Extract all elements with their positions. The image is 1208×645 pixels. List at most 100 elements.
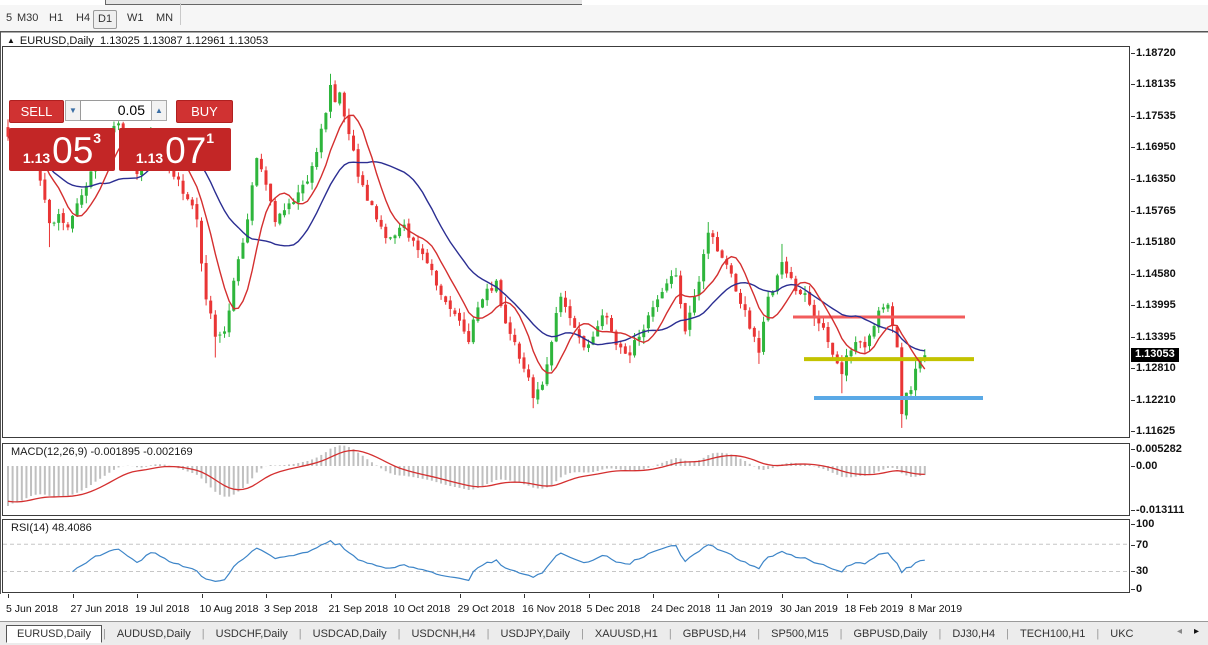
tab-ukc[interactable]: UKC xyxy=(1100,625,1143,643)
price-tick: 1.12810 xyxy=(1136,362,1176,374)
price-tick: 1.17535 xyxy=(1136,110,1176,122)
sell-price-box[interactable]: 1.13053 xyxy=(9,128,115,171)
rsi-tick: 100 xyxy=(1136,518,1154,530)
main-chart-panel[interactable]: SELL ▼ 0.05 ▲ BUY 1.13053 1.13071 xyxy=(2,46,1130,438)
buy-price-big: 07 xyxy=(165,134,206,168)
volume-input[interactable]: 0.05 xyxy=(80,100,152,121)
timeframe-toolbar: 5M30H1H4D1W1MN xyxy=(0,5,1208,33)
tab-scroll-left-icon[interactable]: ◂ xyxy=(1177,626,1182,637)
sell-button[interactable]: SELL xyxy=(9,100,64,123)
tab-separator: | xyxy=(398,628,401,640)
date-label: 21 Sep 2018 xyxy=(329,603,389,615)
date-label: 3 Sep 2018 xyxy=(264,603,318,615)
rsi-tick: 30 xyxy=(1136,565,1148,577)
rsi-tick: 70 xyxy=(1136,539,1148,551)
macd-value-signal: -0.002169 xyxy=(143,446,193,458)
date-label: 29 Oct 2018 xyxy=(458,603,515,615)
macd-tick: 0.00 xyxy=(1136,460,1157,472)
price-tick: 1.15765 xyxy=(1136,205,1176,217)
buy-price-box[interactable]: 1.13071 xyxy=(119,128,231,171)
date-label: 8 Mar 2019 xyxy=(909,603,962,615)
chart-window-top-border xyxy=(0,31,1208,32)
tab-usdchf-daily[interactable]: USDCHF,Daily xyxy=(206,625,298,643)
buy-price-prefix: 1.13 xyxy=(136,148,163,168)
rsi-panel[interactable]: RSI(14) 48.4086 xyxy=(2,519,1130,593)
tab-separator: | xyxy=(487,628,490,640)
tab-tech100-h1[interactable]: TECH100,H1 xyxy=(1010,625,1095,643)
sell-price-big: 05 xyxy=(52,134,93,168)
tab-usdcad-daily[interactable]: USDCAD,Daily xyxy=(303,625,397,643)
down-arrow-icon: ▼ xyxy=(69,106,77,115)
sell-price-sup: 3 xyxy=(93,130,101,146)
tab-sp500-m15[interactable]: SP500,M15 xyxy=(761,625,838,643)
date-tick xyxy=(847,594,848,598)
rsi-tick: 0 xyxy=(1136,583,1142,595)
tab-eurusd-daily[interactable]: EURUSD,Daily xyxy=(6,625,102,643)
date-label: 30 Jan 2019 xyxy=(780,603,838,615)
tab-gbpusd-daily[interactable]: GBPUSD,Daily xyxy=(843,625,937,643)
date-tick xyxy=(395,594,396,598)
date-label: 5 Dec 2018 xyxy=(587,603,641,615)
volume-down-button[interactable]: ▼ xyxy=(65,100,81,121)
tab-separator: | xyxy=(840,628,843,640)
date-tick xyxy=(782,594,783,598)
macd-value-main: -0.001895 xyxy=(90,446,140,458)
timeframe-H4[interactable]: H4 xyxy=(72,10,94,27)
macd-panel[interactable]: MACD(12,26,9) -0.001895 -0.002169 xyxy=(2,443,1130,516)
price-tick: 1.18135 xyxy=(1136,78,1176,90)
collapse-triangle-icon[interactable]: ▲ xyxy=(7,36,15,45)
tab-gbpusd-h4[interactable]: GBPUSD,H4 xyxy=(673,625,757,643)
mt4-window: 5M30H1H4D1W1MN ▲EURUSD,Daily 1.13025 1.1… xyxy=(0,0,1208,645)
tab-separator: | xyxy=(757,628,760,640)
toolbar-separator xyxy=(180,3,181,25)
tab-separator: | xyxy=(938,628,941,640)
price-tick: 1.11625 xyxy=(1136,425,1175,437)
tab-separator: | xyxy=(1006,628,1009,640)
tab-separator: | xyxy=(1096,628,1099,640)
price-tick: 1.13395 xyxy=(1136,331,1176,343)
timeframe-MN[interactable]: MN xyxy=(152,10,177,27)
price-tick: 1.16350 xyxy=(1136,173,1176,185)
date-label: 16 Nov 2018 xyxy=(522,603,582,615)
date-label: 5 Jun 2018 xyxy=(6,603,58,615)
date-label: 24 Dec 2018 xyxy=(651,603,711,615)
chart-tab-bar: EURUSD,Daily|AUDUSD,Daily|USDCHF,Daily|U… xyxy=(0,621,1208,645)
timeframe-D1[interactable]: D1 xyxy=(93,10,117,29)
tab-separator: | xyxy=(103,628,106,640)
timeframe-H1[interactable]: H1 xyxy=(45,10,67,27)
tab-usdjpy-daily[interactable]: USDJPY,Daily xyxy=(491,625,581,643)
chart-window-left-border xyxy=(0,31,1,594)
timeframe-M30[interactable]: M30 xyxy=(13,10,42,27)
date-tick xyxy=(331,594,332,598)
macd-tick: -0.013111 xyxy=(1136,504,1184,516)
macd-label: MACD(12,26,9) -0.001895 -0.002169 xyxy=(11,446,193,458)
volume-up-button[interactable]: ▲ xyxy=(151,100,167,121)
timeframe-W1[interactable]: W1 xyxy=(123,10,148,27)
price-tick: 1.12210 xyxy=(1136,394,1176,406)
price-tick: 1.18720 xyxy=(1136,47,1176,59)
date-tick xyxy=(718,594,719,598)
date-tick xyxy=(73,594,74,598)
date-label: 10 Aug 2018 xyxy=(200,603,259,615)
buy-button[interactable]: BUY xyxy=(176,100,233,123)
tab-separator: | xyxy=(581,628,584,640)
date-tick xyxy=(266,594,267,598)
date-tick xyxy=(460,594,461,598)
rsi-chart xyxy=(3,520,1127,590)
tab-dj30-h4[interactable]: DJ30,H4 xyxy=(942,625,1005,643)
date-tick xyxy=(911,594,912,598)
tab-scroll-right-icon[interactable]: ▸ xyxy=(1194,626,1199,637)
tab-xauusd-h1[interactable]: XAUUSD,H1 xyxy=(585,625,668,643)
date-label: 10 Oct 2018 xyxy=(393,603,450,615)
tab-audusd-daily[interactable]: AUDUSD,Daily xyxy=(107,625,201,643)
date-tick xyxy=(589,594,590,598)
price-tick: 1.14580 xyxy=(1136,268,1176,280)
date-tick xyxy=(202,594,203,598)
date-label: 19 Jul 2018 xyxy=(135,603,189,615)
macd-tick: 0.005282 xyxy=(1136,443,1182,455)
buy-price-sup: 1 xyxy=(206,130,214,146)
tab-usdcnh-h4[interactable]: USDCNH,H4 xyxy=(401,625,485,643)
date-tick xyxy=(524,594,525,598)
tab-separator: | xyxy=(669,628,672,640)
up-arrow-icon: ▲ xyxy=(155,106,163,115)
